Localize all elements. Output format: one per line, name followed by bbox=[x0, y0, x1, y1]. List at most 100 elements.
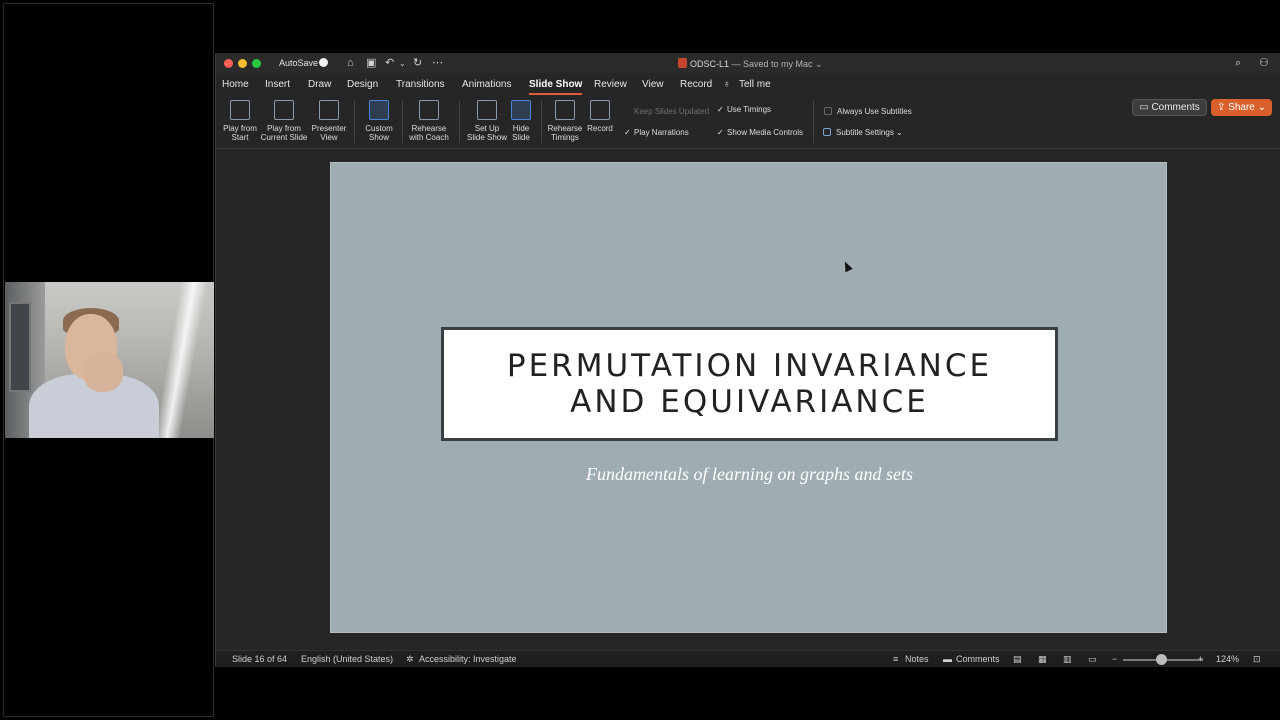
show-media-controls-label: Show Media Controls bbox=[727, 128, 804, 137]
record-label: Record bbox=[587, 124, 613, 133]
slide-title: PERMUTATION INVARIANCE AND EQUIVARIANCE bbox=[507, 348, 992, 420]
presenter-view-button[interactable]: Presenter View bbox=[310, 100, 348, 142]
rehearse-timings-button[interactable]: Rehearse Timings bbox=[546, 100, 584, 142]
chevron-down-icon: ⌄ bbox=[896, 128, 903, 137]
use-timings-checkbox[interactable]: ✓ Use Timings bbox=[717, 105, 771, 114]
rehearse-with-coach-button[interactable]: Rehearse with Coach bbox=[407, 100, 451, 142]
ribbon-tabs: Home Insert Draw Design Transitions Anim… bbox=[216, 75, 1280, 116]
checkmark-icon: ✓ bbox=[624, 128, 631, 137]
accessibility-icon: ✲ bbox=[406, 654, 414, 664]
custom-show-button[interactable]: Custom Show bbox=[359, 100, 399, 142]
slide-sorter-icon[interactable]: ▦ bbox=[1038, 654, 1047, 665]
tab-insert[interactable]: Insert bbox=[265, 79, 290, 90]
search-icon[interactable]: ⌕ bbox=[1235, 56, 1241, 70]
webcam-video bbox=[5, 282, 214, 438]
autosave-toggle[interactable] bbox=[319, 58, 328, 67]
tab-design[interactable]: Design bbox=[347, 79, 378, 90]
tab-home[interactable]: Home bbox=[222, 79, 249, 90]
tab-review[interactable]: Review bbox=[594, 79, 627, 90]
slide-title-line-1: PERMUTATION INVARIANCE bbox=[506, 348, 993, 384]
record-icon bbox=[590, 100, 610, 120]
rehearse-timings-label-2: Timings bbox=[551, 133, 579, 142]
document-name: ODSC-L1 bbox=[690, 59, 730, 69]
tab-animations[interactable]: Animations bbox=[462, 79, 511, 90]
play-from-current-label-1: Play from bbox=[267, 124, 301, 133]
close-window-button[interactable] bbox=[224, 59, 233, 68]
slide-show-view-icon[interactable]: ▭ bbox=[1088, 654, 1097, 665]
zoom-slider-handle[interactable] bbox=[1156, 654, 1167, 665]
redo-icon[interactable]: ↻ bbox=[413, 56, 422, 70]
keep-slides-updated-checkbox[interactable]: Keep Slides Updated bbox=[624, 107, 709, 116]
hide-slide-icon bbox=[511, 100, 531, 120]
tab-record[interactable]: Record bbox=[680, 79, 712, 90]
play-narrations-checkbox[interactable]: ✓ Play Narrations bbox=[624, 128, 689, 137]
presenter-view-label-2: View bbox=[320, 133, 338, 142]
reading-view-icon[interactable]: ▥ bbox=[1063, 654, 1072, 665]
slide-counter: Slide 16 of 64 bbox=[232, 654, 288, 664]
slide-editing-area: PERMUTATION INVARIANCE AND EQUIVARIANCE … bbox=[216, 150, 1280, 647]
status-bar: Slide 16 of 64 English (United States) ✲… bbox=[216, 650, 1280, 667]
play-from-start-button[interactable]: Play from Start bbox=[220, 100, 260, 142]
slide-subtitle[interactable]: Fundamentals of learning on graphs and s… bbox=[331, 464, 1168, 485]
document-save-status: — Saved to my Mac ⌄ bbox=[729, 59, 823, 69]
presenter-view-icon bbox=[319, 100, 339, 120]
title-bar: AutoSave ⌂ ▣ ↶ ⌄ ↻ ⋯ ODSC-L1 — Saved to … bbox=[216, 53, 1280, 73]
normal-view-icon[interactable]: ▤ bbox=[1013, 654, 1022, 665]
comments-pane-button[interactable]: Comments bbox=[956, 654, 1000, 664]
document-title[interactable]: ODSC-L1 — Saved to my Mac ⌄ bbox=[678, 58, 823, 70]
zoom-out-icon[interactable]: − bbox=[1112, 654, 1117, 664]
subtitle-settings-dropdown[interactable]: Subtitle Settings ⌄ bbox=[823, 128, 903, 137]
autosave-label: AutoSave bbox=[279, 58, 319, 68]
save-icon[interactable]: ▣ bbox=[366, 56, 376, 70]
maximize-window-button[interactable] bbox=[252, 59, 261, 68]
video-sidebar bbox=[3, 3, 214, 717]
notes-icon: ≡ bbox=[893, 654, 899, 664]
show-media-controls-checkbox[interactable]: ✓ Show Media Controls bbox=[717, 128, 803, 137]
play-from-current-slide-button[interactable]: Play from Current Slide bbox=[260, 100, 308, 142]
hide-slide-button[interactable]: Hide Slide bbox=[509, 100, 533, 142]
tab-slide-show[interactable]: Slide Show bbox=[529, 79, 583, 95]
slide-title-box[interactable]: PERMUTATION INVARIANCE AND EQUIVARIANCE bbox=[441, 327, 1058, 441]
tell-me-search[interactable]: Tell me bbox=[739, 79, 771, 90]
more-icon[interactable]: ⋯ bbox=[432, 56, 443, 70]
presenter-view-label-1: Presenter bbox=[311, 124, 347, 133]
tab-transitions[interactable]: Transitions bbox=[396, 79, 445, 90]
rehearse-coach-label-2: with Coach bbox=[409, 133, 449, 142]
set-up-show-label-1: Set Up bbox=[474, 124, 500, 133]
zoom-level[interactable]: 124% bbox=[1216, 654, 1239, 664]
undo-icon[interactable]: ↶ bbox=[385, 56, 394, 70]
account-icon[interactable]: ⚇ bbox=[1259, 56, 1269, 70]
checkmark-icon: ✓ bbox=[717, 128, 724, 137]
play-from-start-label-1: Play from bbox=[223, 124, 257, 133]
hide-slide-label-2: Slide bbox=[512, 133, 530, 142]
play-from-start-icon bbox=[230, 100, 250, 120]
home-icon[interactable]: ⌂ bbox=[347, 56, 354, 70]
keep-slides-updated-label: Keep Slides Updated bbox=[634, 107, 710, 116]
undo-dropdown-icon[interactable]: ⌄ bbox=[399, 57, 406, 71]
fit-to-window-icon[interactable]: ⊡ bbox=[1253, 654, 1261, 665]
checkbox-empty-icon bbox=[824, 107, 832, 115]
language-indicator[interactable]: English (United States) bbox=[301, 654, 393, 664]
rehearse-coach-label-1: Rehearse bbox=[411, 124, 447, 133]
screen: AutoSave ⌂ ▣ ↶ ⌄ ↻ ⋯ ODSC-L1 — Saved to … bbox=[0, 0, 1280, 720]
zoom-in-icon[interactable]: + bbox=[1198, 654, 1203, 664]
current-slide[interactable]: PERMUTATION INVARIANCE AND EQUIVARIANCE … bbox=[330, 162, 1167, 633]
slide-show-ribbon: Play from Start Play from Current Slide … bbox=[216, 97, 1280, 149]
accessibility-status[interactable]: Accessibility: Investigate bbox=[419, 654, 517, 664]
custom-show-label-1: Custom bbox=[365, 124, 393, 133]
play-from-start-label-2: Start bbox=[231, 133, 249, 142]
rehearse-coach-icon bbox=[419, 100, 439, 120]
notes-button[interactable]: Notes bbox=[905, 654, 929, 664]
subtitle-settings-icon bbox=[823, 128, 831, 136]
record-button[interactable]: Record bbox=[585, 100, 615, 133]
set-up-show-icon bbox=[477, 100, 497, 120]
custom-show-icon bbox=[369, 100, 389, 120]
always-use-subtitles-label: Always Use Subtitles bbox=[837, 107, 912, 116]
always-use-subtitles-checkbox[interactable]: Always Use Subtitles bbox=[824, 107, 912, 116]
tab-view[interactable]: View bbox=[642, 79, 664, 90]
checkmark-icon: ✓ bbox=[717, 105, 724, 114]
minimize-window-button[interactable] bbox=[238, 59, 247, 68]
tab-draw[interactable]: Draw bbox=[308, 79, 331, 90]
set-up-slide-show-button[interactable]: Set Up Slide Show bbox=[465, 100, 509, 142]
custom-show-label-2: Show bbox=[368, 133, 389, 142]
